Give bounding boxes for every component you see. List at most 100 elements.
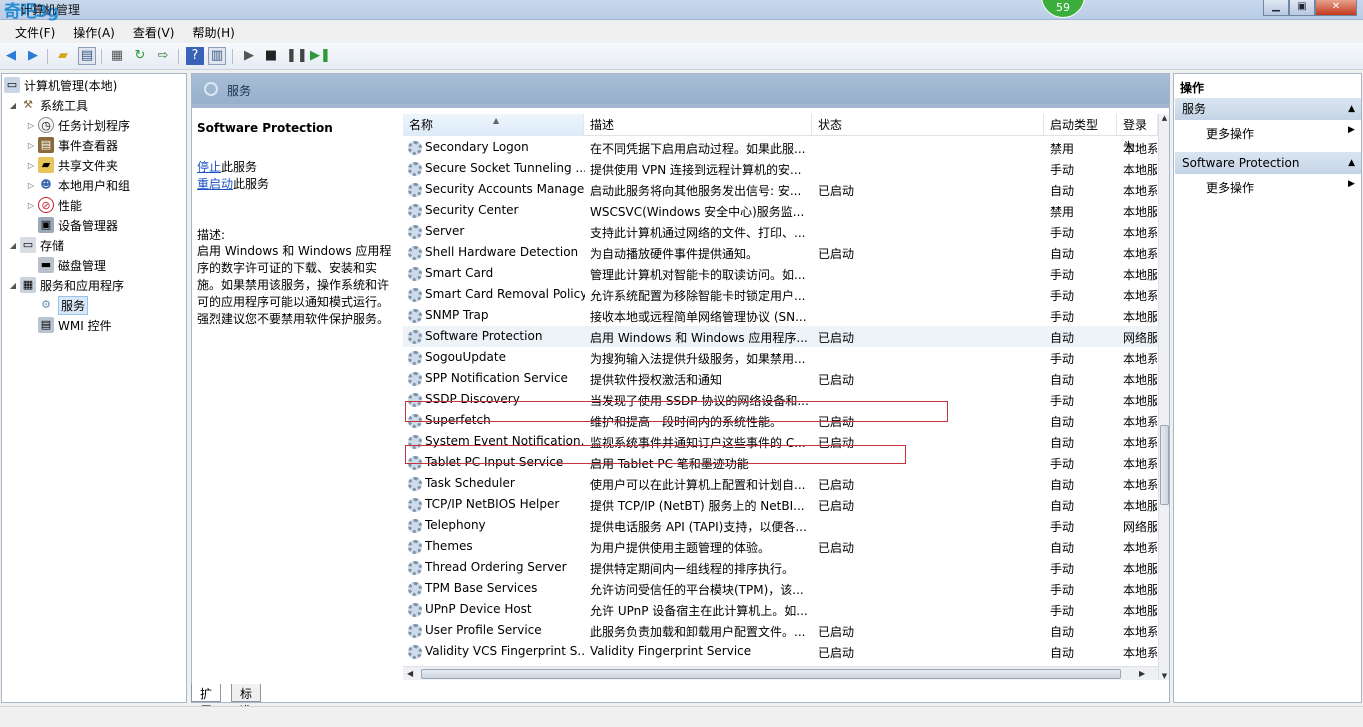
export-icon[interactable]: ⇨	[154, 47, 172, 65]
service-description: 使用户可以在此计算机上配置和计划自...	[590, 478, 806, 492]
tree-node-performance[interactable]: ▷ ⊘ 性能	[26, 196, 82, 214]
restart-service-link[interactable]: 重启动	[197, 177, 233, 191]
services-list: 名称 ▲ 描述 状态 启动类型 登录为 Secondary Logon 在不同凭据下…	[403, 110, 1169, 686]
service-row[interactable]: Secondary Logon 在不同凭据下启用启动过程。如果此服... 禁用 本地系…	[403, 137, 1158, 158]
shared-folder-icon: ▰	[38, 157, 54, 173]
service-row[interactable]: Telephony 提供电话服务 API (TAPI)支持，以便各... 手动 网络服…	[403, 515, 1158, 536]
tree-node-disk-management[interactable]: ▬ 磁盘管理	[38, 256, 106, 274]
restart-service-icon[interactable]: ▶❚	[309, 47, 331, 65]
service-startup-type: 手动	[1050, 394, 1075, 408]
scroll-right-icon[interactable]: ▶	[1139, 667, 1145, 681]
tab-standard[interactable]: 标准	[231, 684, 262, 718]
show-action-pane-icon[interactable]: ▥	[208, 47, 226, 65]
service-row[interactable]: TCP/IP NetBIOS Helper 提供 TCP/IP (NetBT) 服…	[403, 494, 1158, 515]
service-row[interactable]: Shell Hardware Detection 为自动播放硬件事件提供通知。 已启…	[403, 242, 1158, 263]
expand-icon[interactable]: ▷	[26, 201, 36, 210]
stop-service-link[interactable]: 停止	[197, 160, 221, 174]
horizontal-scrollbar[interactable]: ◀ ▶	[403, 666, 1158, 680]
stop-service-icon[interactable]: ■	[262, 47, 280, 65]
service-row[interactable]: Software Protection 启用 Windows 和 Windows …	[403, 326, 1158, 347]
maximize-button[interactable]: ▣	[1289, 0, 1315, 16]
column-startup-type[interactable]: 启动类型	[1044, 114, 1117, 136]
service-row[interactable]: Validity VCS Fingerprint S... Validity Fi…	[403, 641, 1158, 662]
service-row[interactable]: TPM Base Services 允许访问受信任的平台模块(TPM)，该... 手…	[403, 578, 1158, 599]
collapse-icon[interactable]: ◢	[8, 241, 18, 250]
tree-node-services[interactable]: ⚙ 服务	[38, 295, 89, 315]
column-status[interactable]: 状态	[812, 114, 1044, 136]
tree-node-shared-folders[interactable]: ▷ ▰ 共享文件夹	[26, 156, 118, 174]
back-icon[interactable]: ◀	[2, 47, 20, 65]
scroll-thumb[interactable]	[421, 669, 1121, 679]
menu-action[interactable]: 操作(A)	[64, 21, 124, 42]
service-row[interactable]: SNMP Trap 接收本地或远程简单网络管理协议 (SN... 手动 本地服务	[403, 305, 1158, 326]
menu-view[interactable]: 查看(V)	[124, 21, 184, 42]
collapse-icon[interactable]: ◢	[8, 101, 18, 110]
service-row[interactable]: Thread Ordering Server 提供特定期间内一组线程的排序执行。 手…	[403, 557, 1158, 578]
service-logon-as: 本地服务	[1123, 604, 1157, 618]
collapse-up-icon[interactable]: ▲	[1348, 152, 1355, 174]
properties-icon[interactable]: ▦	[108, 47, 126, 65]
refresh-icon[interactable]: ↻	[131, 47, 149, 65]
tree-node-task-scheduler[interactable]: ▷ ◷ 任务计划程序	[26, 116, 130, 134]
scroll-up-icon[interactable]: ▲	[1159, 114, 1170, 122]
service-row[interactable]: Task Scheduler 使用户可以在此计算机上配置和计划自... 已启动 自动 本…	[403, 473, 1158, 494]
more-actions-software-protection[interactable]: 更多操作 ▶	[1206, 179, 1355, 196]
menu-help[interactable]: 帮助(H)	[183, 21, 243, 42]
service-row[interactable]: Security Center WSCSVC(Windows 安全中心)服务监..…	[403, 200, 1158, 221]
notification-badge[interactable]: 59	[1041, 0, 1085, 18]
service-row[interactable]: Smart Card Removal Policy 允许系统配置为移除智能卡时锁定…	[403, 284, 1158, 305]
start-service-icon[interactable]: ▶	[240, 47, 258, 65]
service-row[interactable]: SogouUpdate 为搜狗输入法提供升级服务，如果禁用... 手动 本地系统	[403, 347, 1158, 368]
more-actions-services[interactable]: 更多操作 ▶	[1206, 125, 1355, 142]
service-row[interactable]: Smart Card 管理此计算机对智能卡的取读访问。如... 手动 本地服务	[403, 263, 1158, 284]
service-row[interactable]: Themes 为用户提供使用主题管理的体验。 已启动 自动 本地系统	[403, 536, 1158, 557]
minimize-button[interactable]: ▁	[1263, 0, 1289, 16]
collapse-up-icon[interactable]: ▲	[1348, 98, 1355, 120]
scroll-thumb[interactable]	[1160, 425, 1169, 505]
show-tree-icon[interactable]: ▤	[78, 47, 96, 65]
service-row[interactable]: UPnP Device Host 允许 UPnP 设备宿主在此计算机上。如... 手…	[403, 599, 1158, 620]
tree-node-system-tools[interactable]: ◢ ⚒ 系统工具	[8, 96, 88, 114]
menu-file[interactable]: 文件(F)	[6, 21, 64, 42]
column-description[interactable]: 描述	[584, 114, 812, 136]
column-name[interactable]: 名称 ▲	[403, 114, 584, 136]
tree-node-services-and-apps[interactable]: ◢ ▦ 服务和应用程序	[8, 276, 124, 294]
actions-group-services[interactable]: 服务 ▲	[1175, 98, 1361, 120]
service-startup-type: 自动	[1050, 436, 1075, 450]
search-icon	[204, 82, 218, 96]
column-logon-as[interactable]: 登录为	[1117, 114, 1158, 154]
expand-icon[interactable]: ▷	[26, 121, 36, 130]
expand-icon[interactable]: ▷	[26, 181, 36, 190]
expand-icon[interactable]: ▷	[26, 141, 36, 150]
tree-node-wmi-control[interactable]: ▤ WMI 控件	[38, 316, 112, 334]
service-startup-type: 自动	[1050, 331, 1075, 345]
expand-icon[interactable]: ▷	[26, 161, 36, 170]
service-description: 接收本地或远程简单网络管理协议 (SN...	[590, 310, 807, 324]
forward-icon[interactable]: ▶	[24, 47, 42, 65]
tree-node-device-manager[interactable]: ▣ 设备管理器	[38, 216, 118, 234]
pause-service-icon[interactable]: ❚❚	[285, 47, 308, 65]
tree-node-computer-management[interactable]: ▭ 计算机管理(本地)	[4, 76, 117, 94]
service-logon-as: 本地系统	[1123, 646, 1157, 660]
scroll-left-icon[interactable]: ◀	[407, 667, 413, 681]
service-row[interactable]: Secure Socket Tunneling ... 提供使用 VPN 连接到远…	[403, 158, 1158, 179]
actions-group-software-protection[interactable]: Software Protection ▲	[1175, 152, 1361, 174]
service-row[interactable]: Server 支持此计算机通过网络的文件、打印、... 手动 本地系统	[403, 221, 1158, 242]
tree-node-local-users[interactable]: ▷ ☻ 本地用户和组	[26, 176, 130, 194]
service-row[interactable]: User Profile Service 此服务负责加载和卸载用户配置文件。...…	[403, 620, 1158, 641]
help-icon[interactable]: ?	[186, 47, 204, 65]
service-description: 为自动播放硬件事件提供通知。	[590, 247, 759, 261]
service-row[interactable]: Security Accounts Manager 启动此服务将向其他服务发出信号…	[403, 179, 1158, 200]
vertical-scrollbar[interactable]: ▲ ▼	[1158, 114, 1169, 680]
folder-up-icon[interactable]: ▰	[54, 47, 72, 65]
service-name: Shell Hardware Detection	[425, 245, 579, 259]
service-row[interactable]: SPP Notification Service 提供软件授权激活和通知 已启动 自动…	[403, 368, 1158, 389]
service-startup-type: 自动	[1050, 478, 1075, 492]
tab-extended[interactable]: 扩展	[191, 684, 222, 718]
scroll-down-icon[interactable]: ▼	[1159, 672, 1170, 680]
close-button[interactable]: ✕	[1315, 0, 1357, 16]
collapse-icon[interactable]: ◢	[8, 281, 18, 290]
tree-node-event-viewer[interactable]: ▷ ▤ 事件查看器	[26, 136, 118, 154]
service-name: Secondary Logon	[425, 140, 529, 154]
tree-node-storage[interactable]: ◢ ▭ 存储	[8, 236, 64, 254]
